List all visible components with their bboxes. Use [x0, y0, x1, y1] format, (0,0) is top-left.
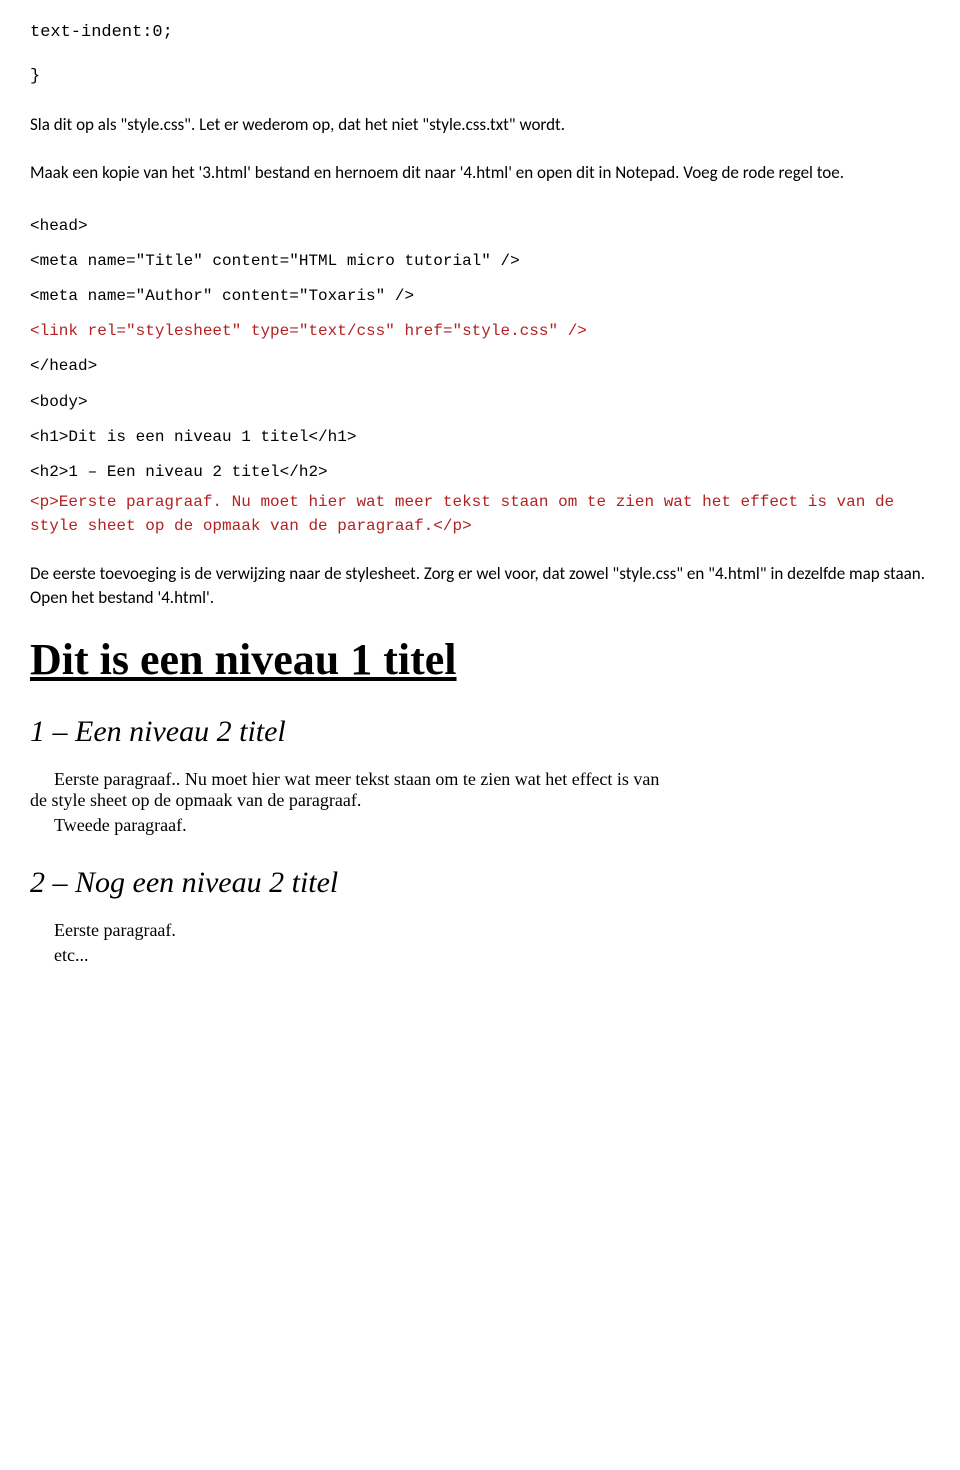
rendered-h2: 1 – Een niveau 2 titel	[30, 715, 930, 749]
rendered-preview: Dit is een niveau 1 titel 1 – Een niveau…	[30, 634, 930, 966]
instruction-text: Maak een kopie van het '3.html' bestand …	[30, 161, 930, 185]
rendered-h2: 2 – Nog een niveau 2 titel	[30, 866, 930, 900]
code-line: <h2>1 – Een niveau 2 titel</h2>	[30, 455, 930, 490]
rendered-paragraph: Eerste paragraaf.. Nu moet hier wat meer…	[30, 769, 670, 811]
code-line: <meta name="Author" content="Toxaris" />	[30, 279, 930, 314]
rendered-paragraph: etc...	[30, 945, 670, 966]
css-fragment: text-indent:0; }	[30, 20, 930, 89]
instruction-text: De eerste toevoeging is de verwijzing na…	[30, 562, 930, 610]
code-line: <head>	[30, 209, 930, 244]
rendered-paragraph: Eerste paragraaf.	[30, 920, 670, 941]
code-line-highlight: <link rel="stylesheet" type="text/css" h…	[30, 314, 930, 349]
rendered-paragraph: Tweede paragraaf.	[30, 815, 670, 836]
code-line: <body>	[30, 385, 930, 420]
code-line: </head>	[30, 349, 930, 384]
rendered-h1: Dit is een niveau 1 titel	[30, 634, 930, 685]
code-line-highlight: <p>Eerste paragraaf. Nu moet hier wat me…	[30, 490, 930, 538]
code-line: <meta name="Title" content="HTML micro t…	[30, 244, 930, 279]
instruction-text: Sla dit op als "style.css". Let er weder…	[30, 113, 930, 137]
css-line: text-indent:0;	[30, 20, 930, 46]
code-block: <head> <meta name="Title" content="HTML …	[30, 209, 930, 539]
css-line: }	[30, 64, 930, 90]
code-line: <h1>Dit is een niveau 1 titel</h1>	[30, 420, 930, 455]
